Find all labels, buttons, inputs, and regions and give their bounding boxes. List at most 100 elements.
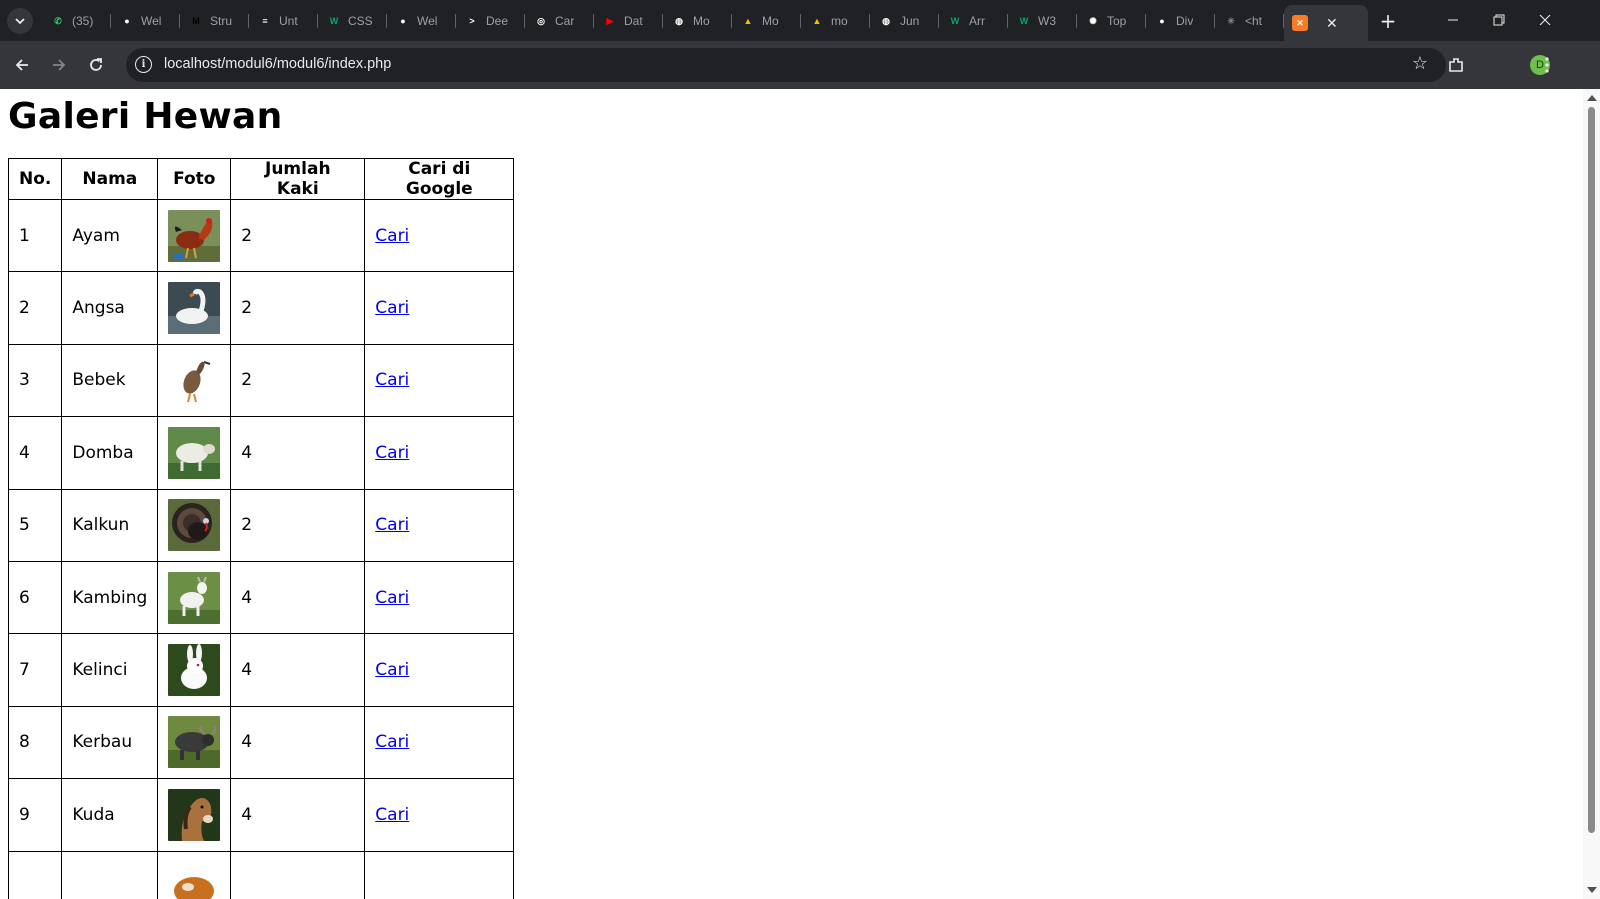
google-search-link[interactable]: Cari	[375, 660, 409, 680]
browser-tab[interactable]: W CSS	[318, 5, 387, 37]
tab-label: CSS	[348, 14, 373, 28]
cell-cari: Cari	[364, 560, 515, 635]
google-drive-icon: ▲	[812, 16, 822, 26]
close-tab-icon[interactable]: ✕	[1326, 15, 1338, 32]
close-window-button[interactable]	[1522, 6, 1568, 34]
cell-cari: Cari	[364, 488, 515, 562]
w3schools-icon: W	[950, 16, 960, 26]
bookmark-star-icon[interactable]: ☆	[1412, 53, 1428, 74]
cell-foto	[157, 271, 232, 345]
tab-label: Jun	[900, 14, 920, 28]
google-search-link[interactable]: Cari	[375, 298, 409, 318]
restore-icon	[1493, 14, 1505, 26]
tab-search-button[interactable]	[7, 8, 33, 34]
scrollbar-thumb[interactable]	[1588, 107, 1595, 833]
tab-label: Wel	[417, 14, 438, 28]
cell-foto	[157, 198, 232, 273]
google-search-link[interactable]: Cari	[375, 588, 409, 608]
table-row: 3 Bebek 2 Cari	[7, 343, 515, 418]
scroll-down-arrow[interactable]	[1587, 887, 1597, 893]
tab-strip: ✆ (35) ● Wel M Stru ≡ Unt W CSS ● Wel > Dee ◎ Car ▶ Dat ◍ M…	[0, 0, 1600, 41]
browser-tab[interactable]: > Dee	[456, 5, 525, 37]
dots-icon: ✳	[1227, 15, 1235, 26]
table-header-row: No. Nama Foto Jumlah Kaki Cari di Google	[7, 158, 515, 200]
tab-label: Stru	[210, 14, 233, 28]
cell-jumlah-kaki: 4	[230, 705, 366, 780]
whatsapp-icon: ✆	[54, 15, 62, 26]
back-button[interactable]	[8, 51, 36, 79]
browser-tab[interactable]: M Stru	[180, 5, 249, 37]
google-search-link[interactable]: Cari	[375, 515, 409, 535]
cell-foto	[157, 778, 232, 852]
browser-tab[interactable]: ▲ mo	[801, 5, 870, 37]
cell-jumlah-kaki: 4	[230, 416, 366, 490]
restore-button[interactable]	[1476, 6, 1522, 34]
cell-jumlah-kaki: 2	[230, 343, 366, 418]
cell-jumlah-kaki: 4	[230, 778, 366, 852]
animal-photo-rooster	[168, 209, 221, 262]
cell-foto	[157, 488, 232, 562]
browser-tab[interactable]: ✺ Top	[1077, 5, 1146, 37]
browser-tab[interactable]: ● Div	[1146, 5, 1215, 37]
menu-button[interactable]	[1533, 51, 1561, 79]
browser-tab[interactable]: W Arr	[939, 5, 1008, 37]
cell-cari: Cari	[364, 633, 515, 707]
browser-tab[interactable]: ▲ Mo	[732, 5, 801, 37]
chrome-settings-icon: ◎	[537, 15, 545, 26]
header-foto: Foto	[157, 158, 232, 200]
tab-label: Mo	[762, 14, 779, 28]
minimize-button[interactable]	[1430, 6, 1476, 34]
browser-tab[interactable]: ◍ Jun	[870, 5, 939, 37]
google-search-link[interactable]: Cari	[375, 805, 409, 825]
globe-icon: ◍	[675, 15, 683, 26]
cell-no: 2	[7, 271, 63, 345]
cell-cari: Cari	[364, 705, 515, 780]
browser-tab[interactable]: ✳ <ht	[1215, 5, 1284, 37]
google-search-link[interactable]: Cari	[375, 732, 409, 752]
cell-foto	[157, 560, 232, 635]
cell-foto	[157, 705, 232, 780]
page-title: Galeri Hewan	[8, 96, 283, 137]
cell-nama: Kuda	[61, 778, 159, 852]
new-tab-button[interactable]: +	[1375, 8, 1401, 34]
header-nama: Nama	[61, 158, 159, 200]
site-info-icon[interactable]: i	[135, 56, 152, 73]
cell-cari	[364, 850, 515, 899]
google-search-link[interactable]: Cari	[375, 226, 409, 246]
animal-photo-cow	[168, 861, 221, 899]
animal-photo-sheep	[168, 426, 221, 479]
vertical-scrollbar[interactable]	[1583, 89, 1600, 899]
globe-icon: ◍	[882, 15, 890, 26]
url-text[interactable]: localhost/modul6/modul6/index.php	[164, 56, 391, 72]
extensions-button[interactable]	[1442, 51, 1470, 79]
browser-tab[interactable]: ◎ Car	[525, 5, 594, 37]
reload-button[interactable]	[82, 51, 110, 79]
active-browser-tab[interactable]: ✕ ✕	[1284, 5, 1368, 41]
address-bar[interactable]: i localhost/modul6/modul6/index.php ☆	[126, 48, 1446, 82]
google-search-link[interactable]: Cari	[375, 370, 409, 390]
chevron-down-icon	[15, 18, 25, 25]
browser-tab[interactable]: ▶ Dat	[594, 5, 663, 37]
github-icon: ●	[124, 16, 130, 26]
browser-tab[interactable]: ≡ Unt	[249, 5, 318, 37]
browser-tab[interactable]: ✆ (35)	[42, 5, 111, 37]
cell-no: 5	[7, 488, 63, 562]
browser-tab[interactable]: ● Wel	[111, 5, 180, 37]
xampp-icon: ✕	[1292, 15, 1308, 31]
cell-nama: Angsa	[61, 271, 159, 345]
browser-tab[interactable]: ● Wel	[387, 5, 456, 37]
tab-label: Div	[1176, 14, 1194, 28]
header-cari-di-google: Cari di Google	[364, 158, 515, 200]
tab-label: Dee	[486, 14, 509, 28]
cell-no: 9	[7, 778, 63, 852]
tab-label: Arr	[969, 14, 985, 28]
browser-tab[interactable]: ◍ Mo	[663, 5, 732, 37]
cell-nama: Domba	[61, 416, 159, 490]
animal-photo-horse	[168, 788, 221, 841]
google-search-link[interactable]: Cari	[375, 443, 409, 463]
browser-tab[interactable]: W W3	[1008, 5, 1077, 37]
cell-no: 3	[7, 343, 63, 418]
scroll-up-arrow[interactable]	[1587, 95, 1597, 101]
animal-photo-buffalo	[168, 716, 221, 769]
forward-button[interactable]	[45, 51, 73, 79]
